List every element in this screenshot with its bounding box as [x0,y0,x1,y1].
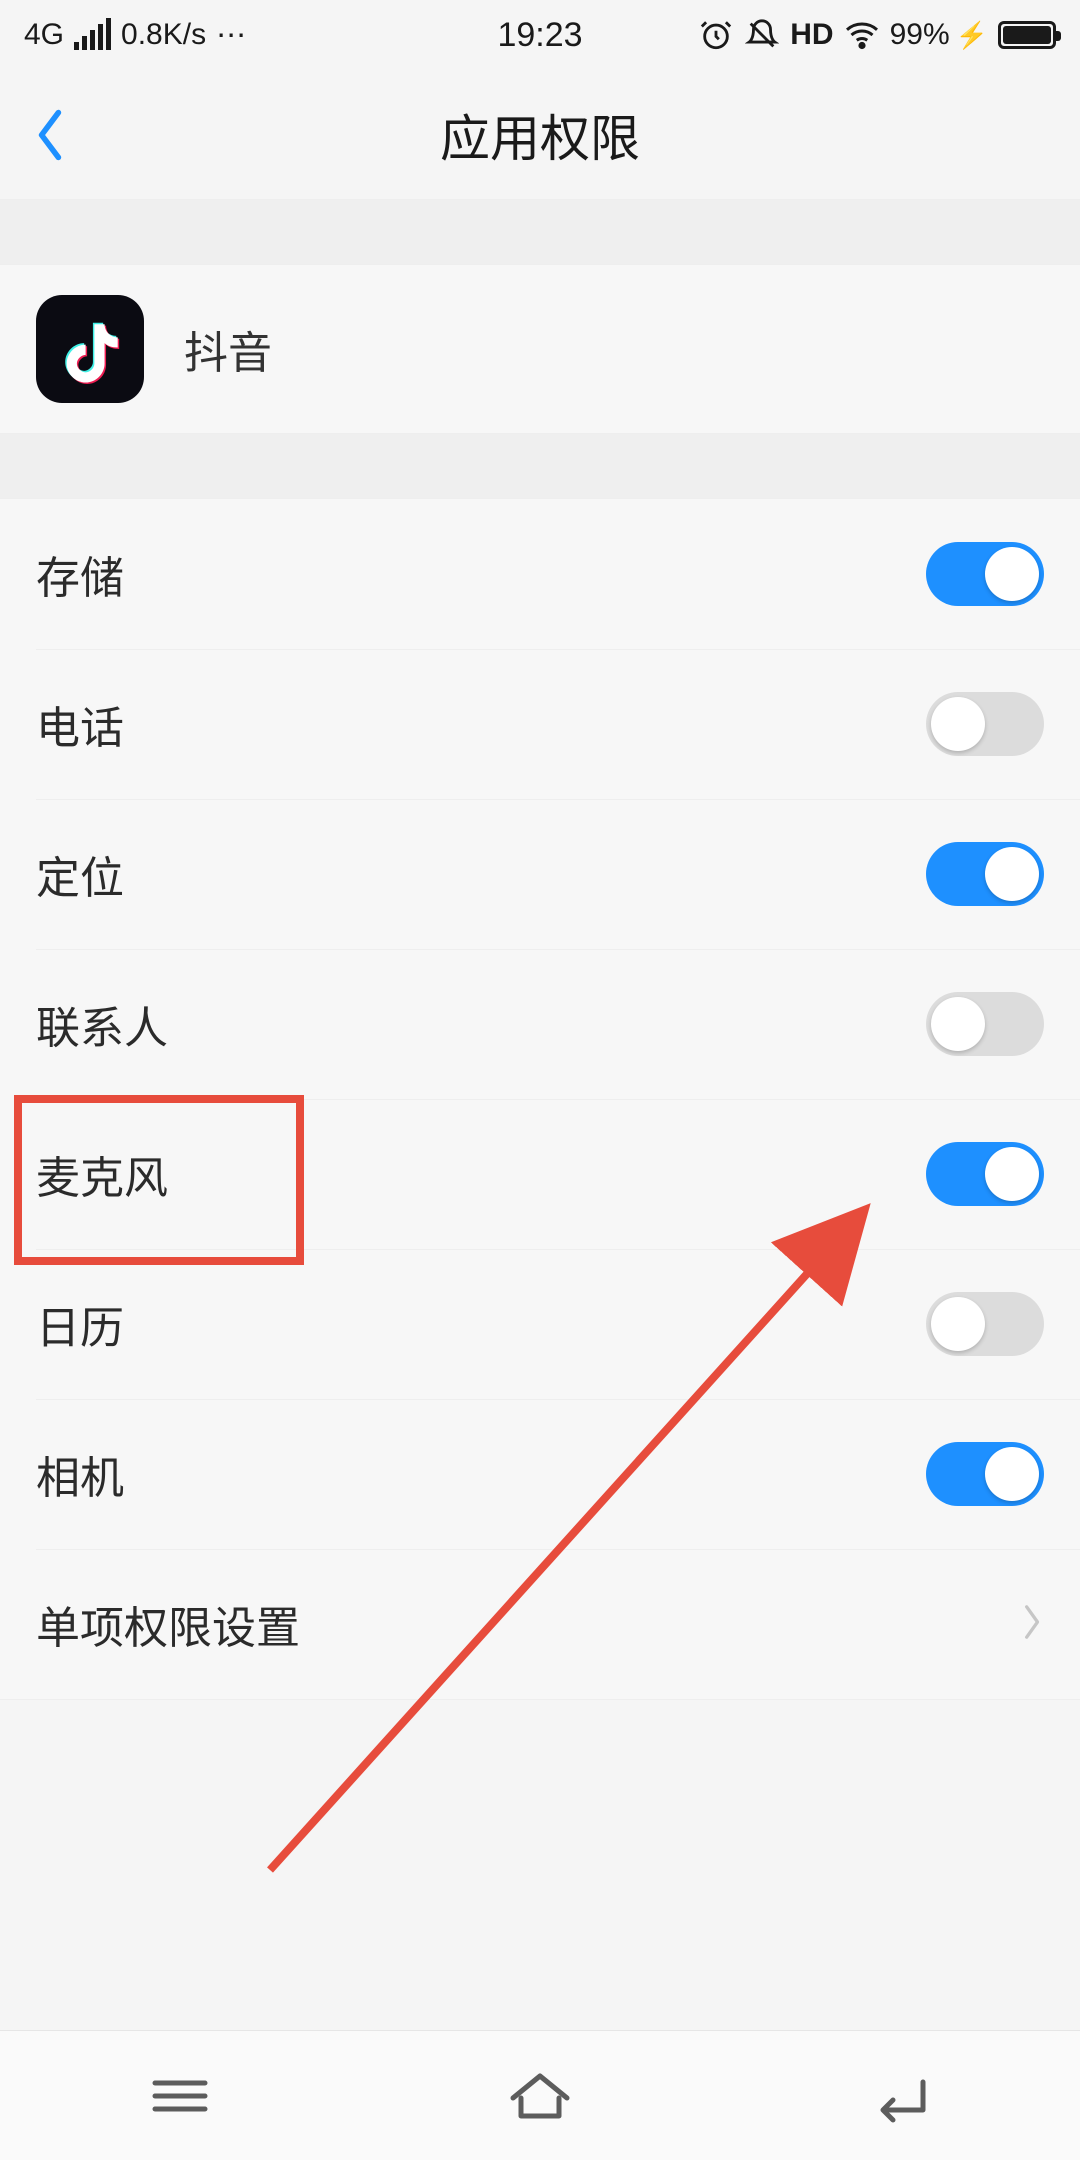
more-permission-settings[interactable]: 单项权限设置 [0,1549,1080,1699]
battery-icon [998,21,1056,49]
more-icon: ⋯ [216,18,246,53]
permission-label: 麦克风 [36,1142,168,1206]
data-speed: 0.8K/s [121,18,206,52]
permission-list: 存储 电话 定位 联系人 麦克风 日历 相机 单项权限设置 [0,498,1080,1700]
toggle-camera[interactable] [926,1442,1044,1506]
section-gap [0,200,1080,264]
nav-home-button[interactable] [495,2066,585,2126]
permission-row-location[interactable]: 定位 [0,799,1080,949]
toggle-microphone[interactable] [926,1142,1044,1206]
permission-row-phone[interactable]: 电话 [0,649,1080,799]
permission-label: 日历 [36,1292,124,1356]
more-permission-label: 单项权限设置 [36,1592,300,1656]
back-button[interactable] [0,70,100,199]
app-name: 抖音 [184,317,272,381]
status-bar: 4G 0.8K/s ⋯ 19:23 HD 99% ⚡ [0,0,1080,70]
toggle-storage[interactable] [926,542,1044,606]
signal-icon [74,20,111,50]
permission-row-storage[interactable]: 存储 [0,499,1080,649]
menu-icon [145,2071,215,2121]
douyin-app-icon [36,295,144,403]
system-navbar [0,2030,1080,2160]
permission-label: 电话 [36,692,124,756]
home-icon [505,2068,575,2123]
permission-label: 定位 [36,842,124,906]
hd-label: HD [790,18,833,52]
permission-row-microphone[interactable]: 麦克风 [0,1099,1080,1249]
status-time: 19:23 [497,16,582,55]
permission-row-calendar[interactable]: 日历 [0,1249,1080,1399]
permission-label: 联系人 [36,992,168,1056]
section-gap [0,434,1080,498]
nav-recents-button[interactable] [135,2066,225,2126]
charging-icon: ⚡ [956,20,988,51]
alarm-icon [698,17,734,53]
nav-back-button[interactable] [855,2066,945,2126]
permission-label: 存储 [36,542,124,606]
toggle-contacts[interactable] [926,992,1044,1056]
header: 应用权限 [0,70,1080,200]
app-row[interactable]: 抖音 [0,264,1080,434]
notification-mute-icon [744,17,780,53]
permission-row-camera[interactable]: 相机 [0,1399,1080,1549]
permission-row-contacts[interactable]: 联系人 [0,949,1080,1099]
chevron-left-icon [33,107,67,163]
wifi-icon [844,17,880,53]
back-icon [865,2068,935,2123]
page-title: 应用权限 [440,99,640,171]
permission-label: 相机 [36,1442,124,1506]
toggle-phone[interactable] [926,692,1044,756]
network-type: 4G [24,18,64,52]
chevron-right-icon [1018,1600,1044,1649]
toggle-location[interactable] [926,842,1044,906]
toggle-calendar[interactable] [926,1292,1044,1356]
battery-percent: 99% [890,18,950,52]
status-right: HD 99% ⚡ [698,17,1056,53]
status-left: 4G 0.8K/s ⋯ [24,18,246,53]
